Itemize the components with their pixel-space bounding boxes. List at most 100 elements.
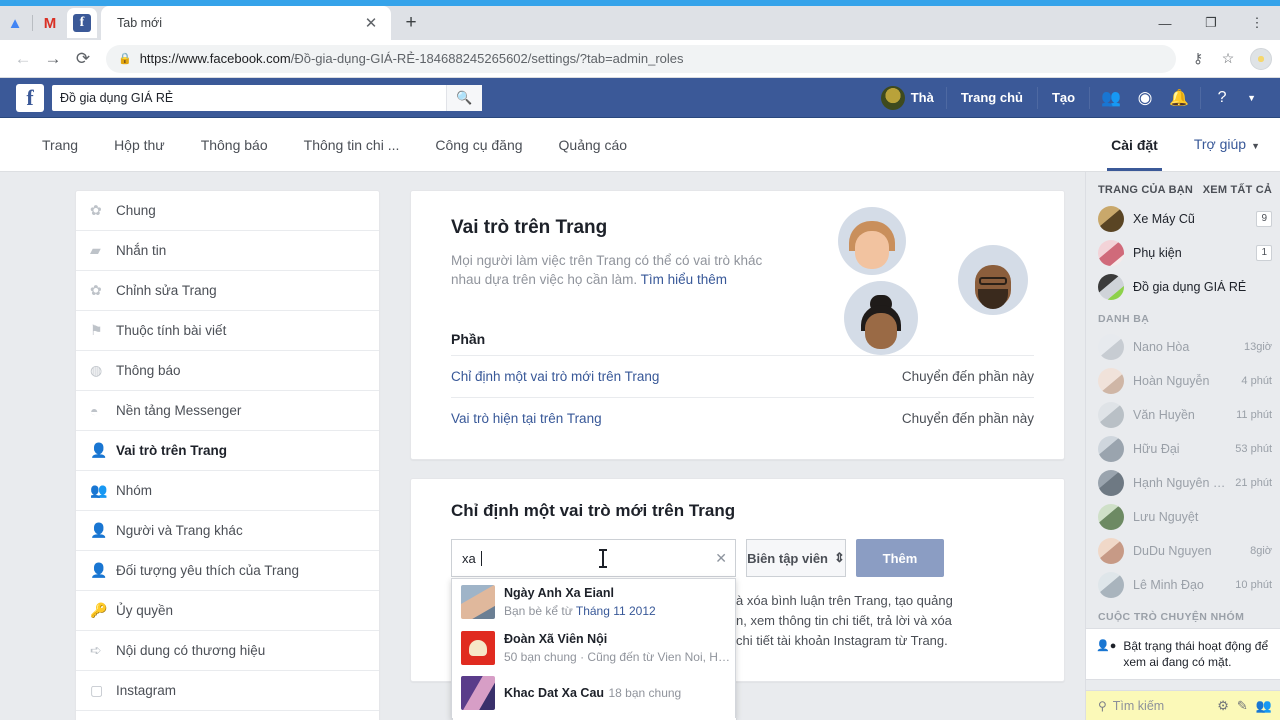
new-tab-button[interactable]: + [397,9,425,37]
sidebar-item-chinhsuatrang[interactable]: ✿ Chỉnh sửa Trang [76,271,379,311]
chat-search-bar[interactable]: ⚲ Tìm kiếm ⚙ ✎ 👥 [1086,690,1280,720]
sidebar-item-nguoivatrangkhac[interactable]: 👤 Người và Trang khác [76,511,379,551]
list-item[interactable]: Hoàn Nguyễn 4 phút [1086,364,1280,398]
list-item[interactable]: Lưu Nguyệt [1086,500,1280,534]
browser-menu-button[interactable]: ⋮ [1234,6,1280,40]
add-button[interactable]: Thêm [856,539,944,577]
sidebar-item-thuoctinhbaiviet[interactable]: ⚑ Thuộc tính bài viết [76,311,379,351]
back-button[interactable]: ← [8,44,38,74]
left-pane: ✿ Chung ▰ Nhắn tin ✿ Chỉnh sửa Trang ⚑ T… [0,172,1085,720]
sidebar-item-vaitrotrentrang[interactable]: 👤 Vai trò trên Trang [76,431,379,471]
sidebar-item-noidungcothuonghieu[interactable]: ➪ Nội dung có thương hiệu [76,631,379,671]
list-item[interactable]: Hữu Đại 53 phút [1086,432,1280,466]
sidebar-item-doituongyeuthich[interactable]: 👤 Đối tượng yêu thích của Trang [76,551,379,591]
assign-title: Chỉ định một vai trò mới trên Trang [451,501,736,520]
sidebar-item-nhantin[interactable]: ▰ Nhắn tin [76,231,379,271]
sidebar-item-nhom[interactable]: 👥 Nhóm [76,471,379,511]
role-select[interactable]: Biên tập viên ⇕ [746,539,846,577]
suggestion-item[interactable]: Khac Dat Xa Cau 18 bạn chung [452,671,735,715]
browser-toolbar: ← → ⟳ 🔒 https://www.facebook.com/Đồ-gia-… [0,40,1280,78]
suggestion-name: Khac Dat Xa Cau [504,686,605,700]
icon-divider [32,15,33,31]
contact-name: Hoàn Nguyễn [1133,374,1210,388]
question-icon[interactable]: ? [1205,84,1239,112]
divider [1036,86,1038,109]
create-link[interactable]: Tạo [1042,90,1085,105]
page-tab-thongbao[interactable]: Thông báo [183,119,286,171]
page-roles-card: Vai trò trên Trang Mọi người làm việc tr… [410,190,1065,460]
contact-name: Văn Huyền [1133,408,1195,422]
friends-icon[interactable]: 👥 [1094,84,1128,112]
section-link-current-roles[interactable]: Vai trò hiện tại trên Trang [451,411,602,426]
contact-name: Lê Minh Đạo [1133,578,1204,592]
avatar-illustration-2 [958,245,1028,315]
gmail-icon[interactable]: M [37,10,63,36]
list-item[interactable]: Nano Hòa 13giờ [1086,330,1280,364]
forward-button[interactable]: → [38,44,68,74]
page-tab-congcudang[interactable]: Công cụ đăng [417,119,540,171]
facebook-header: f Đồ gia dụng GIÁ RẺ 🔍 Thà Trang chủ Tạo… [0,78,1280,118]
page-tab-trang[interactable]: Trang [30,119,96,171]
page-tab-settings[interactable]: Cài đặt [1093,119,1176,171]
search-icon[interactable]: 🔍 [446,84,482,111]
close-icon[interactable]: ✕ [715,550,727,567]
search-input[interactable]: Đồ gia dụng GIÁ RẺ [60,91,446,105]
caret-down-icon[interactable]: ▼ [1239,93,1264,103]
avatar [1098,436,1124,462]
people-icon[interactable]: 👥 [1256,698,1272,714]
gear-icon[interactable]: ⚙ [1217,698,1229,714]
facebook-logo[interactable]: f [16,83,44,112]
sidebar-item-instagram[interactable]: ▢ Instagram [76,671,379,711]
chat-icon: ▰ [90,242,101,258]
section-jump-link[interactable]: Chuyển đến phần này [902,411,1034,426]
learn-more-link[interactable]: Tìm hiểu thêm [641,272,727,287]
description-line-2: nhau dựa trên việc họ cần làm. [451,272,638,287]
facebook-search[interactable]: Đồ gia dụng GIÁ RẺ 🔍 [52,84,482,111]
compose-icon[interactable]: ✎ [1237,698,1248,714]
page-tab-hopthu[interactable]: Hộp thư [96,119,183,171]
list-item[interactable]: Đồ gia dụng GIÁ RẺ [1086,270,1280,304]
section-link-assign-role[interactable]: Chỉ định một vai trò mới trên Trang [451,369,659,384]
page-tab-thongtin[interactable]: Thông tin chi ... [286,119,418,171]
section-jump-link[interactable]: Chuyển đến phần này [902,369,1034,384]
status-badge: 9 [1256,211,1272,227]
drive-icon[interactable]: ▲ [2,10,28,36]
messenger-icon[interactable]: ◉ [1128,84,1162,112]
list-item[interactable]: Hạnh Nguyên H... 21 phút [1086,466,1280,500]
sidebar-item-thongbao[interactable]: ◍ Thông báo [76,351,379,391]
person-search-input[interactable]: xa ✕ [451,539,736,577]
sidebar-item-chung[interactable]: ✿ Chung [76,191,379,231]
address-bar[interactable]: 🔒 https://www.facebook.com/Đồ-gia-dụng-G… [106,44,1176,73]
page-tab-help[interactable]: Trợ giúp ▼ [1176,118,1260,172]
suggestion-item[interactable]: Ngày Anh Xa Eianl Bạn bè kể từ Tháng 11 … [452,579,735,625]
reload-button[interactable]: ⟳ [68,44,98,74]
person-star-icon: 👤 [90,522,108,538]
bell-icon[interactable]: 🔔 [1162,84,1196,112]
sidebar-item-uyquyen[interactable]: 🔑 Ủy quyền [76,591,379,631]
list-item[interactable]: DuDu Nguyen 8giờ [1086,534,1280,568]
suggestion-item[interactable]: Đoàn Xã Viên Nội 50 bạn chung · Cũng đến… [452,625,735,671]
list-item[interactable]: Văn Huyền 11 phút [1086,398,1280,432]
close-tab-icon[interactable]: ✕ [361,13,381,33]
list-item[interactable]: Phụ kiện 1 [1086,236,1280,270]
password-key-icon[interactable]: ⚷ [1184,45,1212,73]
list-item[interactable]: Lê Minh Đạo 10 phút [1086,568,1280,602]
browser-tab[interactable]: Tab mới ✕ [101,6,391,40]
person-star-icon: 👤 [90,562,108,578]
suggestion-text: Ngày Anh Xa Eianl Bạn bè kể từ Tháng 11 … [504,584,727,620]
sidebar-item-dangchuy[interactable]: ★ Đáng chú ý [76,711,379,720]
contact-time: 8giờ [1250,545,1272,557]
see-all-link[interactable]: XEM TẤT CẢ [1203,184,1272,196]
sidebar-item-nentangmessenger[interactable]: ◓ Nền tảng Messenger [76,391,379,431]
minimize-button[interactable]: — [1142,6,1188,40]
maximize-button[interactable]: ❐ [1188,6,1234,40]
list-item[interactable]: Xe Máy Cũ 9 [1086,202,1280,236]
avatar [1098,240,1124,266]
page-tab-quangcao[interactable]: Quảng cáo [541,119,646,171]
facebook-pinned-tab[interactable]: f [67,8,97,38]
browser-profile-avatar[interactable] [1250,47,1272,70]
home-link[interactable]: Trang chủ [951,90,1033,105]
chat-search-input[interactable]: Tìm kiếm [1113,699,1211,713]
bookmark-star-icon[interactable]: ☆ [1214,45,1242,73]
profile-link[interactable]: Thà [873,85,942,110]
